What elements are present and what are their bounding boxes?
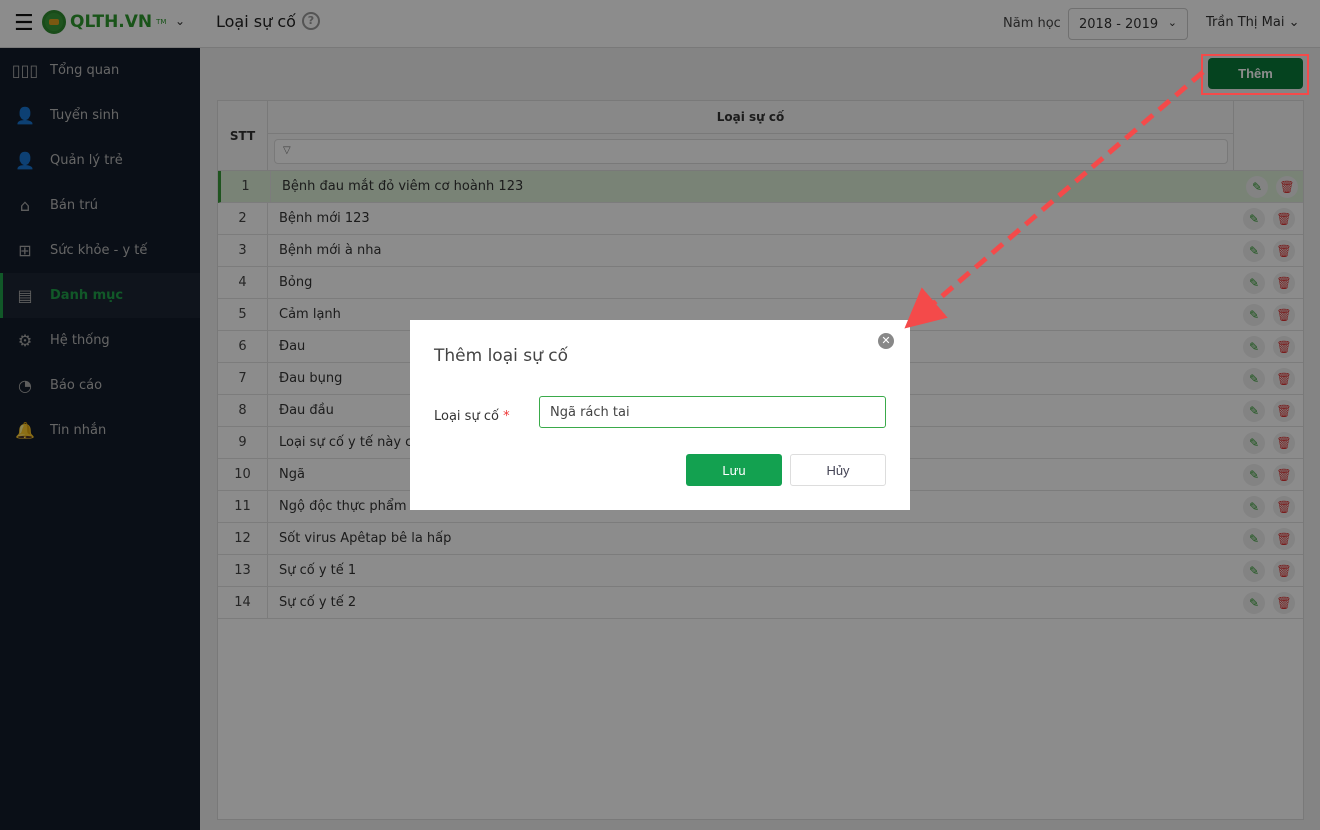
annotation-arrow: [904, 70, 1205, 329]
